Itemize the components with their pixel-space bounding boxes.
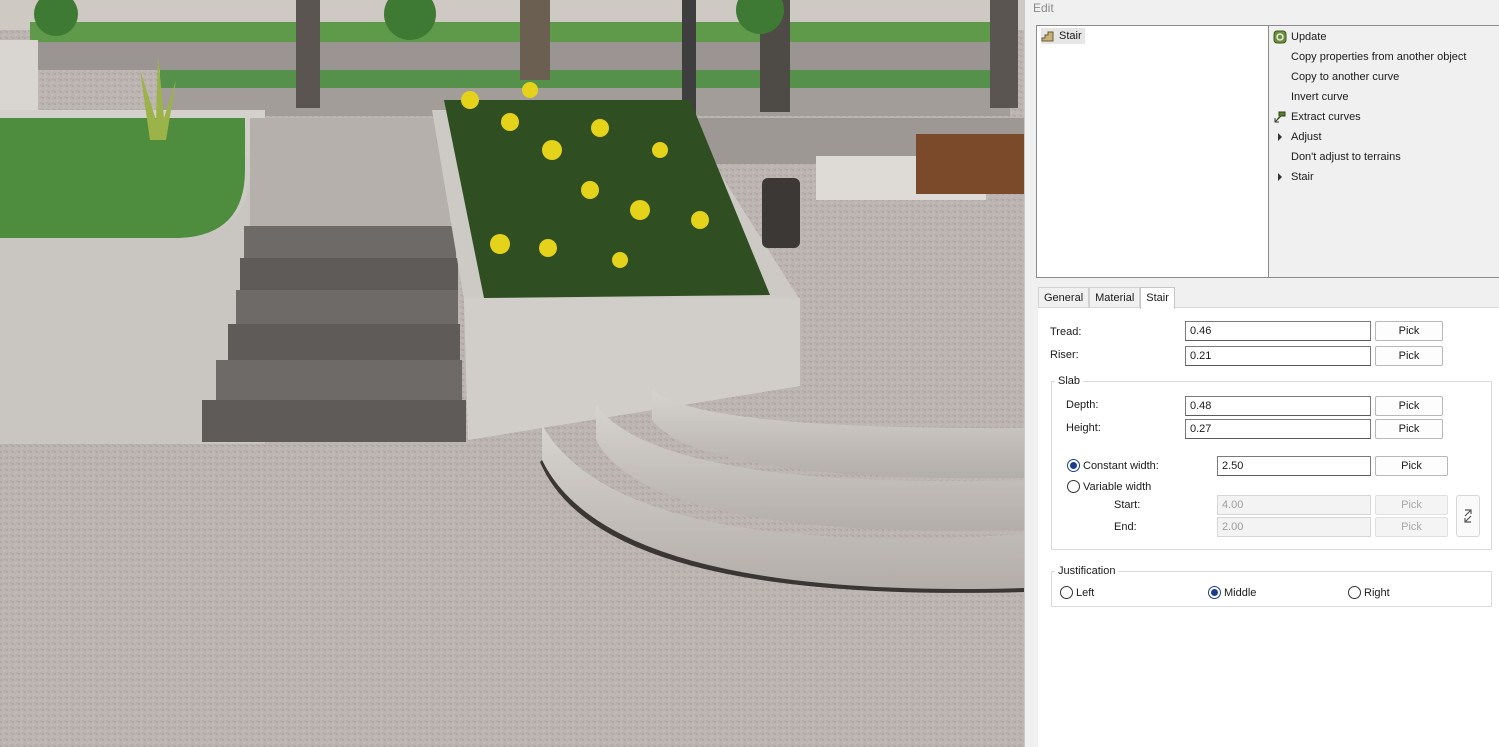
scene-render xyxy=(0,0,1024,747)
stair-icon xyxy=(1041,31,1054,42)
justification-right-radio[interactable]: Right xyxy=(1348,586,1390,599)
end-label: End: xyxy=(1114,521,1137,533)
start-pick-button: Pick xyxy=(1375,495,1448,515)
tree-item-stair[interactable]: Stair xyxy=(1041,28,1085,44)
tab-stair[interactable]: Stair xyxy=(1140,287,1175,309)
variable-width-radio[interactable]: Variable width xyxy=(1067,480,1151,493)
tread-label: Tread: xyxy=(1050,326,1082,338)
tab-bar: General Material Stair xyxy=(1038,287,1175,309)
object-tree[interactable]: Stair xyxy=(1036,25,1269,278)
riser-field[interactable]: 0.21 xyxy=(1185,346,1371,366)
tab-material[interactable]: Material xyxy=(1089,287,1141,308)
radio-unselected-icon xyxy=(1067,480,1080,493)
height-label: Height: xyxy=(1066,422,1101,434)
straight-stair xyxy=(202,226,466,442)
update-icon xyxy=(1273,30,1287,44)
action-adjust[interactable]: Adjust xyxy=(1269,127,1499,147)
action-copy-properties[interactable]: Copy properties from another object xyxy=(1269,47,1499,67)
radio-unselected-icon xyxy=(1060,586,1073,599)
height-field[interactable]: 0.27 xyxy=(1185,419,1371,439)
swap-icon xyxy=(1464,509,1472,523)
justification-group-title: Justification xyxy=(1055,565,1119,577)
riser-label: Riser: xyxy=(1050,349,1079,361)
depth-label: Depth: xyxy=(1066,399,1099,411)
action-invert-curve[interactable]: Invert curve xyxy=(1269,87,1499,107)
swap-width-button[interactable] xyxy=(1456,495,1480,537)
tree-item-label: Stair xyxy=(1059,30,1082,42)
radio-selected-icon xyxy=(1067,459,1080,472)
action-update[interactable]: Update xyxy=(1269,27,1499,47)
constant-width-field[interactable]: 2.50 xyxy=(1217,456,1371,476)
riser-pick-button[interactable]: Pick xyxy=(1375,346,1443,366)
end-field: 2.00 xyxy=(1217,517,1371,537)
depth-pick-button[interactable]: Pick xyxy=(1375,396,1443,416)
stair-tab-content: Tread: 0.46 Pick Riser: 0.21 Pick Slab D… xyxy=(1038,307,1499,747)
action-stair[interactable]: Stair xyxy=(1269,167,1499,187)
justification-middle-radio[interactable]: Middle xyxy=(1208,586,1256,599)
action-dont-adjust-terrains[interactable]: Don't adjust to terrains xyxy=(1269,147,1499,167)
3d-viewport[interactable] xyxy=(0,0,1024,747)
depth-field[interactable]: 0.48 xyxy=(1185,396,1371,416)
end-pick-button: Pick xyxy=(1375,517,1448,537)
start-field: 4.00 xyxy=(1217,495,1371,515)
constant-width-radio[interactable]: Constant width: xyxy=(1067,459,1159,472)
start-label: Start: xyxy=(1114,499,1141,511)
edit-panel: Edit Stair Update Copy properties from a… xyxy=(1024,0,1499,747)
constant-width-pick-button[interactable]: Pick xyxy=(1375,456,1448,476)
radio-unselected-icon xyxy=(1348,586,1361,599)
expand-arrow-icon xyxy=(1278,173,1282,181)
action-extract-curves[interactable]: Extract curves xyxy=(1269,107,1499,127)
tread-field[interactable]: 0.46 xyxy=(1185,321,1371,341)
height-pick-button[interactable]: Pick xyxy=(1375,419,1443,439)
tread-pick-button[interactable]: Pick xyxy=(1375,321,1443,341)
justification-left-radio[interactable]: Left xyxy=(1060,586,1094,599)
radio-selected-icon xyxy=(1208,586,1221,599)
actions-list: Update Copy properties from another obje… xyxy=(1268,25,1499,278)
expand-arrow-icon xyxy=(1278,133,1282,141)
action-copy-to-curve[interactable]: Copy to another curve xyxy=(1269,67,1499,87)
slab-group-title: Slab xyxy=(1055,375,1084,387)
panel-title: Edit xyxy=(1033,1,1054,15)
tab-general[interactable]: General xyxy=(1038,287,1090,308)
extract-curves-icon xyxy=(1274,111,1286,123)
